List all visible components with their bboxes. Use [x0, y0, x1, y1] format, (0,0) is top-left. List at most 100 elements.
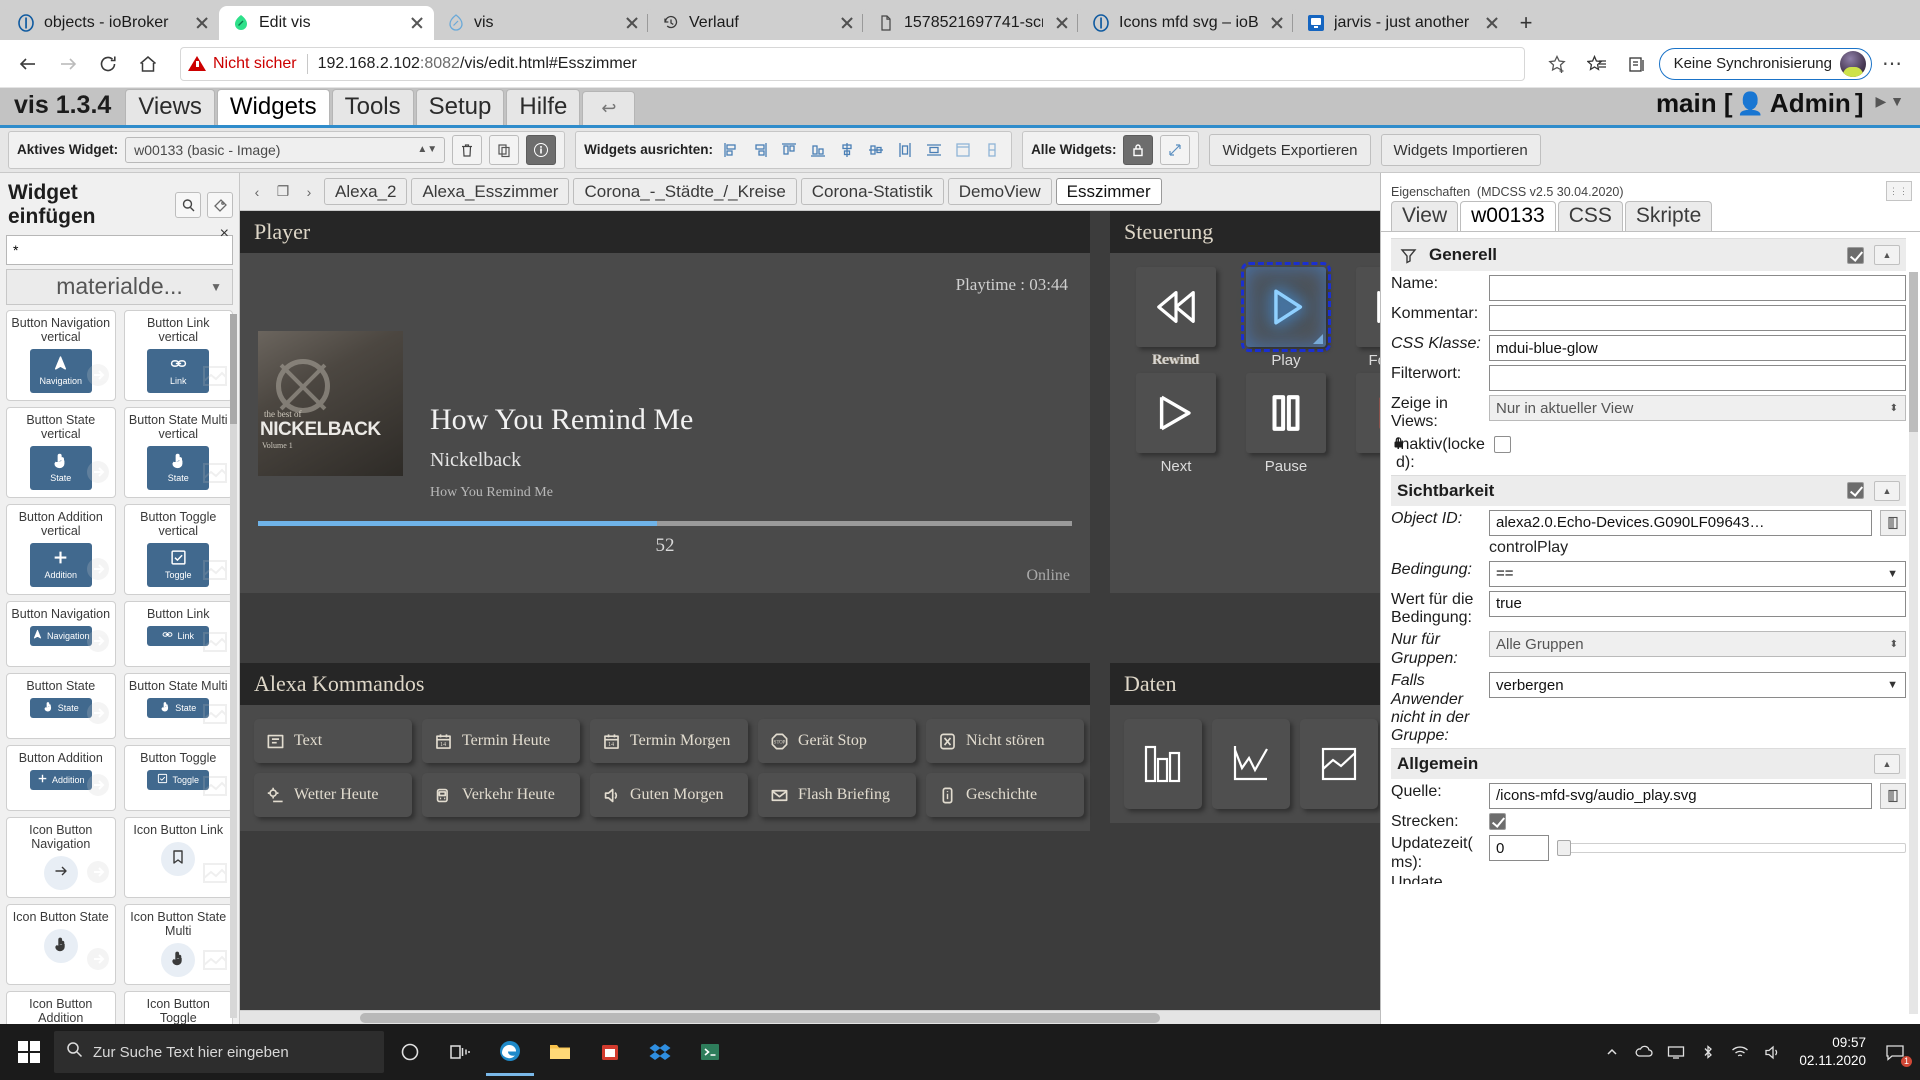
- slider-knob[interactable]: [1557, 840, 1571, 857]
- kommando-button[interactable]: Guten Morgen: [590, 773, 748, 818]
- align-center-horizontal-icon[interactable]: [865, 139, 887, 161]
- view-tab-corona-statistik[interactable]: Corona-Statistik: [800, 178, 944, 206]
- section-enable-checkbox[interactable]: [1847, 482, 1864, 500]
- palette-widget-card[interactable]: Button Toggle vertical Toggle: [123, 503, 233, 595]
- resize-handle[interactable]: [1313, 334, 1323, 345]
- security-warning[interactable]: Nicht sicher: [188, 55, 307, 73]
- address-bar[interactable]: Nicht sicher 192.168.2.102:8082/vis/edit…: [180, 46, 1525, 81]
- volume-icon[interactable]: [1761, 1041, 1783, 1063]
- distribute-horizontal-icon[interactable]: [894, 139, 916, 161]
- same-height-icon[interactable]: [981, 139, 1003, 161]
- browser-tab-active[interactable]: Edit vis: [219, 6, 434, 40]
- section-enable-checkbox[interactable]: [1847, 246, 1864, 264]
- widget-info-button[interactable]: [526, 135, 557, 166]
- kommando-button[interactable]: 14 Termin Morgen: [590, 719, 748, 764]
- view-next-button[interactable]: ›: [298, 180, 320, 204]
- favorite-star-icon[interactable]: [1539, 46, 1575, 82]
- view-tab-esszimmer[interactable]: Esszimmer: [1055, 178, 1162, 206]
- kommando-button[interactable]: Geschichte: [926, 773, 1084, 818]
- line-chart-icon[interactable]: [1212, 719, 1290, 810]
- view-tab-alexa2[interactable]: Alexa_2: [324, 178, 408, 206]
- menu-tab-widgets[interactable]: Widgets: [216, 88, 330, 125]
- control-button-forward[interactable]: Forward: [1344, 267, 1380, 369]
- export-widgets-button[interactable]: Widgets Exportieren: [1209, 134, 1371, 167]
- palette-widget-card[interactable]: Button Navigation vertical Navigation: [6, 309, 116, 401]
- palette-widget-card[interactable]: Icon Button Addition: [6, 990, 116, 1024]
- properties-section-header[interactable]: Generell ▲: [1391, 238, 1906, 272]
- collapse-section-button[interactable]: ▲: [1874, 753, 1900, 774]
- forward-button[interactable]: [50, 46, 86, 82]
- close-icon[interactable]: [1266, 12, 1288, 34]
- kommando-button[interactable]: Nicht stören: [926, 719, 1084, 764]
- properties-scrollbar[interactable]: [1909, 272, 1918, 1014]
- same-width-icon[interactable]: [952, 139, 974, 161]
- kommando-button[interactable]: Flash Briefing: [758, 773, 916, 818]
- palette-widget-card[interactable]: Icon Button Link: [123, 816, 233, 898]
- taskbar-search[interactable]: Zur Suche Text hier eingeben: [54, 1031, 384, 1073]
- back-button[interactable]: [10, 46, 46, 82]
- palette-scrollbar[interactable]: [230, 313, 237, 1018]
- align-left-icon[interactable]: [720, 139, 742, 161]
- control-button-next[interactable]: Next: [1124, 373, 1228, 475]
- close-icon[interactable]: [406, 12, 428, 34]
- palette-widget-card[interactable]: Button State vertical State: [6, 406, 116, 498]
- control-button-pause[interactable]: Pause: [1234, 373, 1338, 475]
- clear-filter-button[interactable]: ×: [220, 225, 229, 243]
- property-text-input[interactable]: alexa2.0.Echo-Devices.G090LF09643…: [1489, 509, 1872, 536]
- panel-resize-grip[interactable]: ⋮⋮: [1886, 181, 1912, 202]
- palette-filter-input[interactable]: [6, 235, 233, 266]
- palette-widget-card[interactable]: Icon Button State: [6, 903, 116, 985]
- menu-tab-views[interactable]: Views: [125, 88, 215, 125]
- close-icon[interactable]: [836, 12, 858, 34]
- collapse-section-button[interactable]: ▲: [1874, 245, 1900, 266]
- search-icon[interactable]: [175, 192, 202, 219]
- close-icon[interactable]: [191, 12, 213, 34]
- browser-tab[interactable]: objects - ioBroker: [4, 6, 219, 40]
- tag-icon[interactable]: [207, 192, 233, 219]
- kommando-button[interactable]: Verkehr Heute: [422, 773, 580, 818]
- vis-canvas[interactable]: Player Playtime : 03:44 the best of NICK…: [240, 211, 1380, 1010]
- notification-center-icon[interactable]: 1: [1882, 1039, 1912, 1067]
- palette-scroll-area[interactable]: Button Navigation vertical Navigation Butt…: [0, 309, 239, 1024]
- palette-widget-card[interactable]: Button Link Link: [123, 600, 233, 667]
- widget-set-select[interactable]: materialde... ▼: [6, 269, 233, 305]
- kommando-button[interactable]: Wetter Heute: [254, 773, 412, 818]
- palette-widget-card[interactable]: Button State State: [6, 672, 116, 739]
- kommando-button[interactable]: Text: [254, 719, 412, 764]
- menu-tab-hilfe[interactable]: Hilfe: [506, 88, 581, 125]
- browser-tab[interactable]: 1578521697741-screen: [862, 6, 1079, 40]
- task-view-icon[interactable]: [436, 1028, 484, 1076]
- property-text-input[interactable]: [1489, 305, 1906, 332]
- properties-scrollbar-thumb[interactable]: [1909, 272, 1918, 433]
- reload-button[interactable]: [90, 46, 126, 82]
- home-button[interactable]: [130, 46, 166, 82]
- control-button-play[interactable]: Play: [1234, 262, 1338, 369]
- close-icon[interactable]: [621, 12, 643, 34]
- scrollbar-thumb[interactable]: [360, 1013, 1160, 1023]
- browser-tab[interactable]: Icons mfd svg – ioBroker: [1077, 6, 1294, 40]
- property-text-input[interactable]: true: [1489, 590, 1906, 617]
- close-icon[interactable]: [1481, 12, 1503, 34]
- bluetooth-icon[interactable]: [1697, 1041, 1719, 1063]
- undo-button[interactable]: ↩: [582, 90, 636, 125]
- object-select-button[interactable]: [1880, 509, 1906, 536]
- property-select[interactable]: verbergen ▼: [1489, 672, 1906, 699]
- collections-icon[interactable]: [1619, 46, 1655, 82]
- tab-widget[interactable]: w00133: [1460, 201, 1556, 232]
- close-icon[interactable]: [1051, 12, 1073, 34]
- property-text-input[interactable]: [1489, 275, 1906, 302]
- canvas-horizontal-scrollbar[interactable]: [240, 1010, 1380, 1024]
- palette-widget-card[interactable]: Button Link vertical Link: [123, 309, 233, 401]
- browser-menu-button[interactable]: ⋯: [1876, 47, 1910, 81]
- properties-scroll-area[interactable]: Generell ▲ Name: Kommentar: CSS Klasse: mdui-…: [1381, 232, 1920, 1024]
- control-button-stop[interactable]: Stop: [1344, 373, 1380, 475]
- align-top-icon[interactable]: [778, 139, 800, 161]
- store-icon[interactable]: [586, 1028, 634, 1076]
- tab-skripte[interactable]: Skripte: [1624, 201, 1713, 232]
- kommando-button[interactable]: 14 Termin Heute: [422, 719, 580, 764]
- bar-chart-icon[interactable]: [1124, 719, 1202, 810]
- onedrive-icon[interactable]: [1633, 1041, 1655, 1063]
- taskbar-clock[interactable]: 09:57 02.11.2020: [1793, 1034, 1872, 1070]
- seek-bar[interactable]: [258, 521, 1072, 527]
- show-hidden-icons-icon[interactable]: [1601, 1041, 1623, 1063]
